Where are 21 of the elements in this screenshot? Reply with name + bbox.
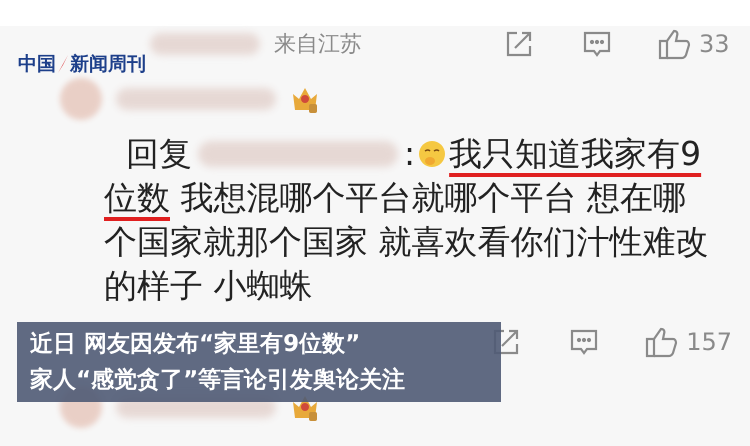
comment-icon[interactable] [582, 29, 612, 59]
comment-text: 位数 [104, 177, 170, 219]
comment-text: 我想混哪个平台就哪个平台 想在哪 [179, 177, 686, 219]
caption-text: 近日 网友因发布“家里有9位数” [30, 330, 360, 359]
like-count: 33 [699, 29, 730, 60]
logo-text: 新闻周刊 [70, 52, 146, 77]
emoji-icon [417, 139, 448, 169]
thumbs-up-icon[interactable] [657, 28, 691, 60]
logo-text: 中国 [18, 52, 56, 77]
caption-text: 家人“感觉贪了”等言论引发舆论关注 [30, 366, 406, 395]
like-count: 157 [686, 327, 732, 358]
avatar [60, 78, 102, 120]
comment-text: 的样子 小蜘蛛 [104, 265, 312, 307]
share-icon[interactable] [504, 29, 534, 59]
comment-text: 我只知道我家有9 [449, 133, 702, 175]
comment-icon[interactable] [569, 327, 600, 357]
comment-text: 个国家就那个国家 就喜欢看你们汁性难改 [104, 221, 708, 263]
reply-prefix: 回复 [126, 133, 192, 175]
separator: : [404, 133, 416, 175]
thumbs-up-icon[interactable] [644, 326, 678, 358]
location-label: 来自江苏 [274, 30, 363, 58]
